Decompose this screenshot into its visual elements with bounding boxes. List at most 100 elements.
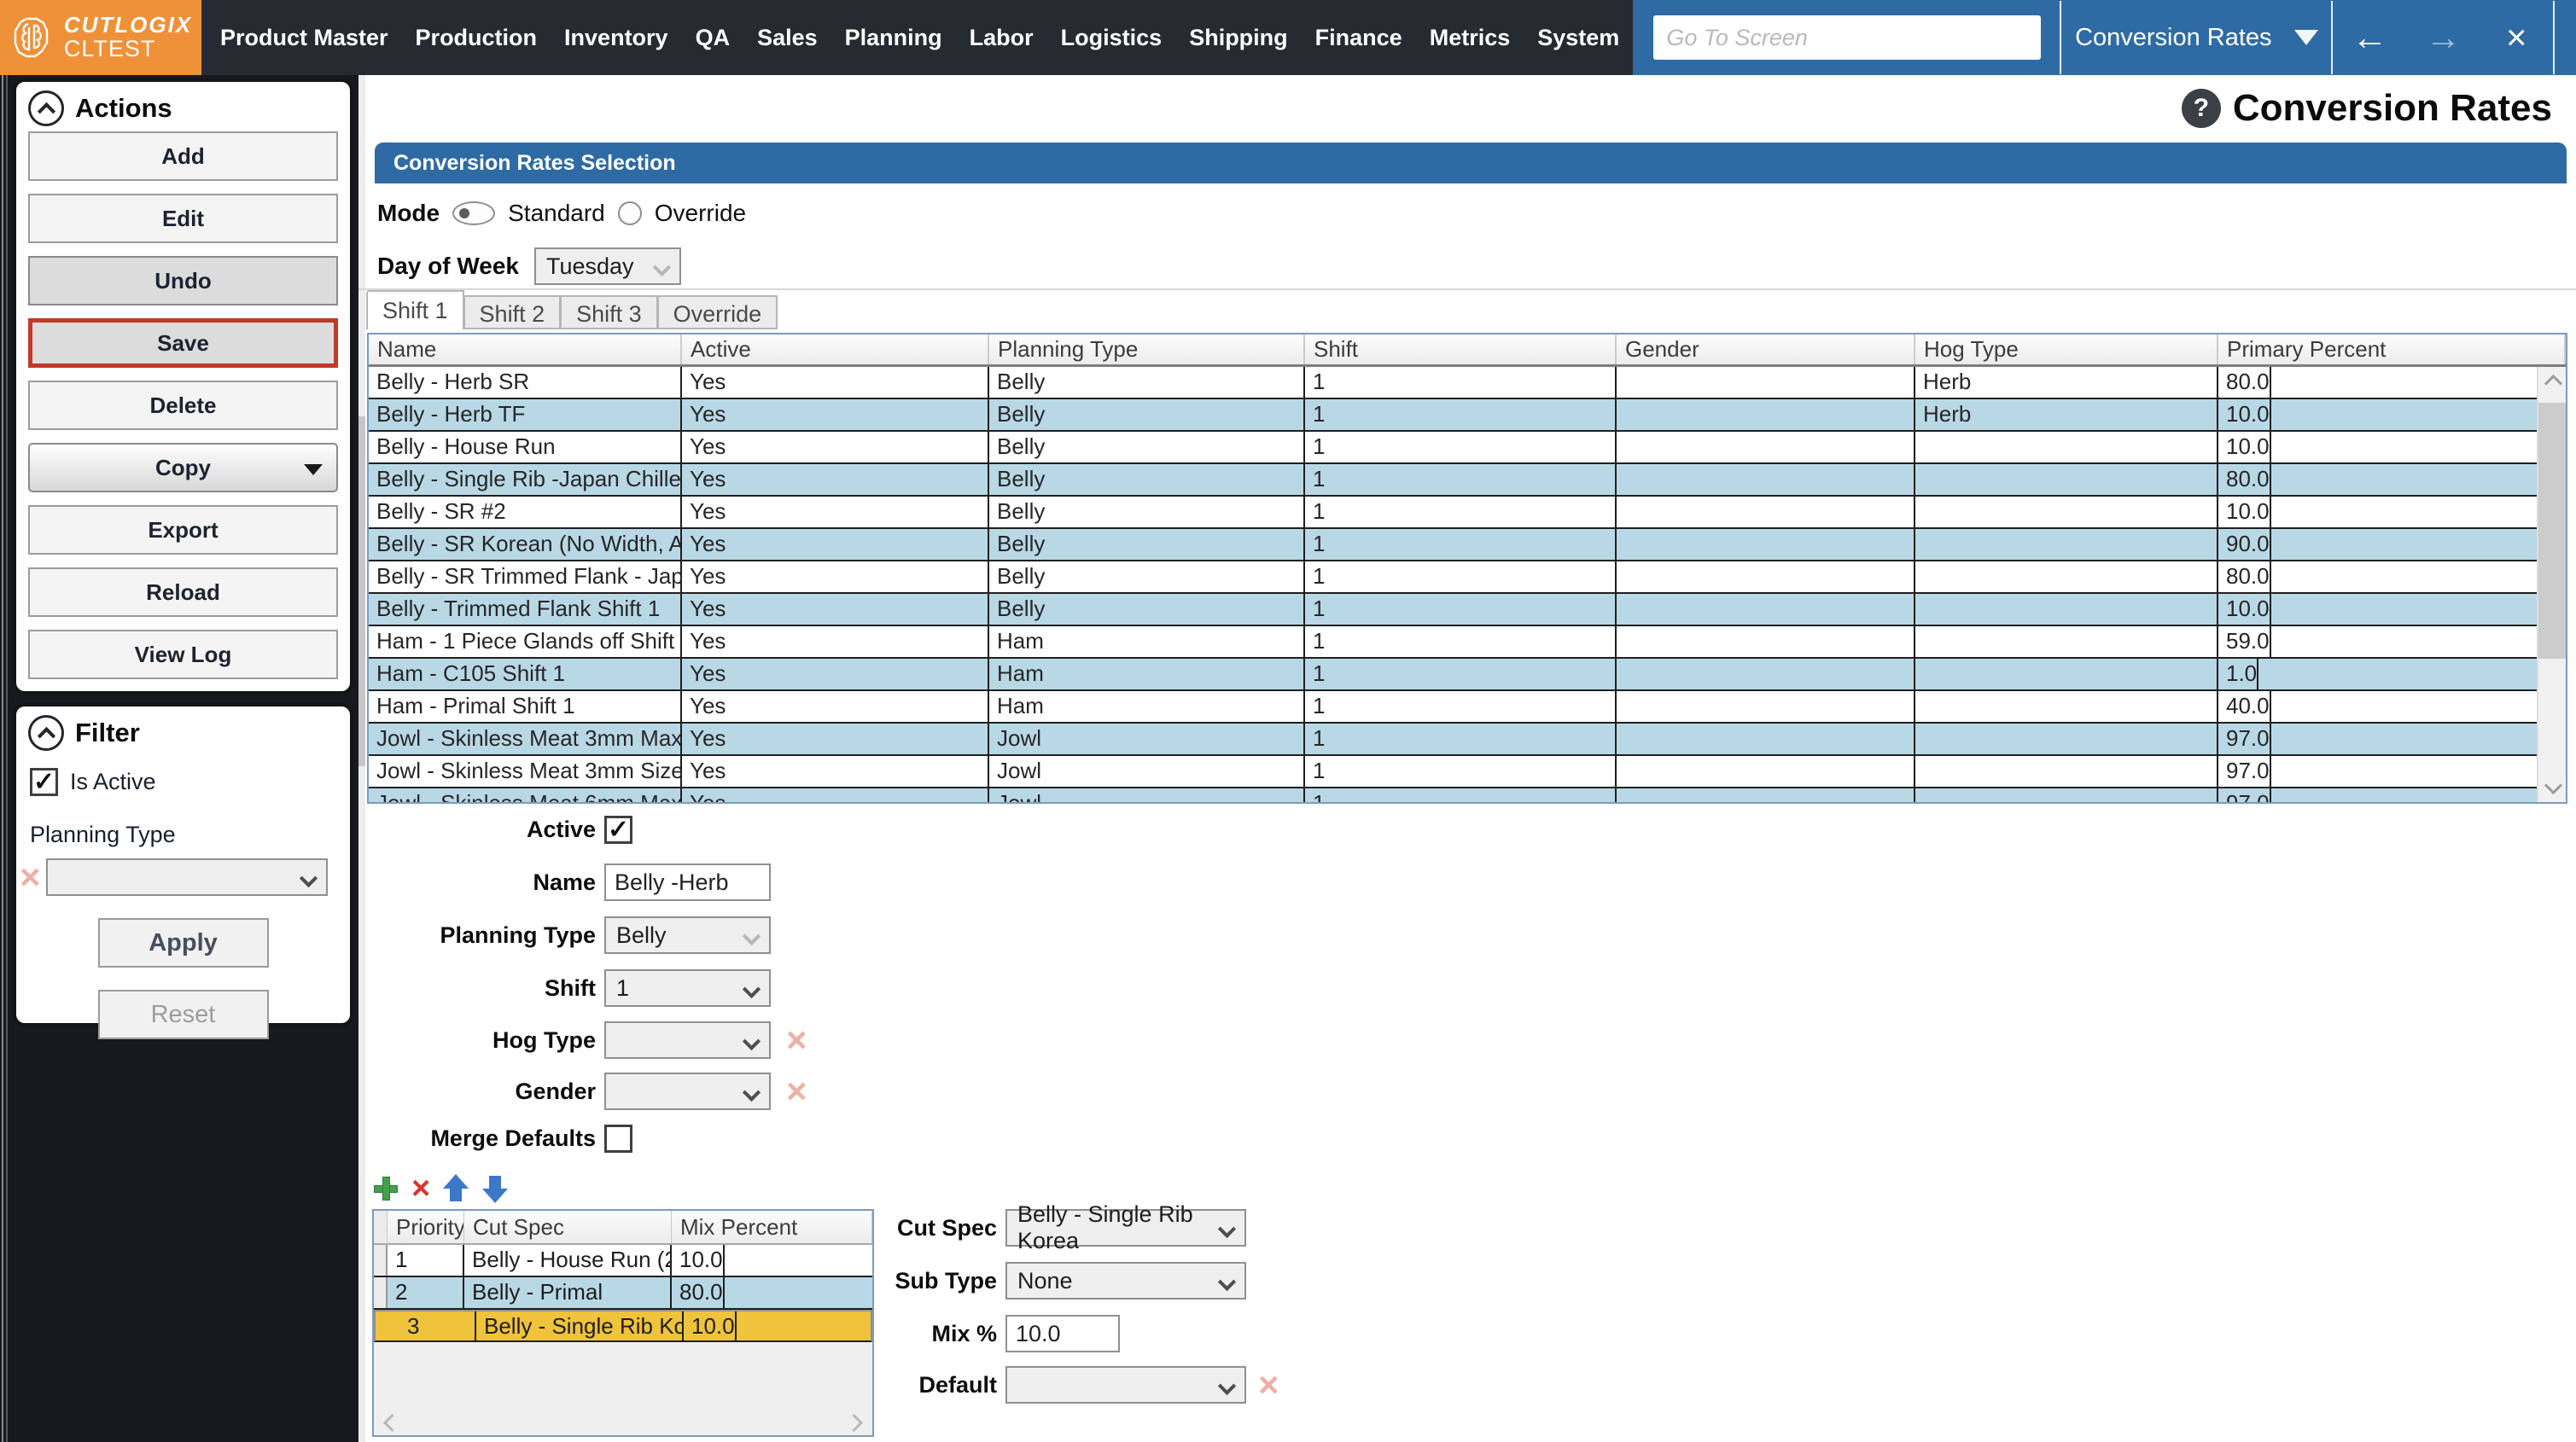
col-name[interactable]: Name xyxy=(369,334,682,364)
col-priority[interactable]: Priority xyxy=(388,1211,464,1243)
collapse-chevron-icon[interactable] xyxy=(28,90,64,126)
col-gender[interactable]: Gender xyxy=(1617,334,1915,364)
shift-select[interactable]: 1 xyxy=(604,969,771,1007)
rates-table-row[interactable]: Belly - Trimmed Flank Shift 1 Yes Belly 1 10… xyxy=(369,594,2537,626)
tab-shift-1[interactable]: Shift 1 xyxy=(366,290,464,329)
row-header[interactable] xyxy=(374,1245,388,1276)
app-logo[interactable]: CUTLOGIX CLTEST xyxy=(0,0,201,75)
menu-sales[interactable]: Sales xyxy=(743,25,831,51)
menu-qa[interactable]: QA xyxy=(682,25,744,51)
selection-header-bar: Conversion Rates Selection xyxy=(375,142,2567,183)
copy-button[interactable]: Copy xyxy=(28,443,338,492)
menu-shipping[interactable]: Shipping xyxy=(1175,25,1301,51)
hog-type-select[interactable] xyxy=(604,1021,771,1059)
tab-shift-3[interactable]: Shift 3 xyxy=(561,295,658,329)
delete-row-icon[interactable]: × xyxy=(411,1172,430,1205)
clear-default-icon[interactable]: × xyxy=(1258,1367,1279,1403)
cut-table-horizontal-scrollbar[interactable] xyxy=(374,1408,872,1435)
active-checkbox[interactable]: ✓ xyxy=(604,816,632,844)
go-to-screen-input[interactable] xyxy=(1653,15,2042,60)
favorite-star-icon[interactable]: ☆ xyxy=(2555,16,2576,60)
clear-gender-icon[interactable]: × xyxy=(786,1073,807,1109)
forward-arrow-icon[interactable]: → xyxy=(2406,17,2480,58)
scroll-left-icon[interactable] xyxy=(382,1413,402,1433)
rates-table-row[interactable]: Jowl - Skinless Meat 6mm Max SlYesJowl1 9… xyxy=(369,788,2537,802)
chevron-down-icon xyxy=(742,980,761,999)
menu-labor[interactable]: Labor xyxy=(956,25,1047,51)
scrollbar-thumb[interactable] xyxy=(358,416,365,766)
save-button[interactable]: Save xyxy=(28,318,338,368)
view-log-button[interactable]: View Log xyxy=(28,630,338,679)
scrollbar-thumb[interactable] xyxy=(2538,403,2566,659)
gender-select[interactable] xyxy=(604,1073,771,1110)
rates-grid-body: Belly - Herb SR Yes Belly 1 Herb 80.0 Belly - … xyxy=(369,367,2537,802)
planning-type-filter-select[interactable] xyxy=(45,858,328,896)
rates-table-row[interactable]: Belly - SR Trimmed Flank - Japan Yes Belly… xyxy=(369,561,2537,594)
delete-button[interactable]: Delete xyxy=(28,381,338,430)
scroll-down-icon[interactable] xyxy=(2544,776,2563,795)
rates-table-row[interactable]: Ham - C105 Shift 1 Yes Ham 1 1.0 xyxy=(369,659,2537,691)
move-down-icon[interactable] xyxy=(481,1172,509,1205)
mode-standard-radio[interactable] xyxy=(452,201,496,225)
table-vertical-scrollbar[interactable] xyxy=(2537,367,2566,802)
row-header[interactable] xyxy=(374,1277,388,1308)
col-shift[interactable]: Shift xyxy=(1305,334,1617,364)
mix-percent-input[interactable] xyxy=(1005,1315,1120,1352)
sidebar-scrollbar[interactable] xyxy=(358,75,365,1442)
rates-table-row[interactable]: Belly - SR Korean (No Width, All I Yes Bel… xyxy=(369,529,2537,561)
rates-table-row[interactable]: Belly - Single Rib -Japan Chilled S Yes Be… xyxy=(369,464,2537,497)
back-arrow-icon[interactable]: ← xyxy=(2333,17,2406,58)
sub-type-select[interactable]: None xyxy=(1005,1262,1246,1300)
default-select[interactable] xyxy=(1005,1366,1246,1404)
add-button[interactable]: Add xyxy=(28,131,338,181)
menu-inventory[interactable]: Inventory xyxy=(551,25,682,51)
help-icon[interactable]: ? xyxy=(2181,89,2221,128)
edit-button[interactable]: Edit xyxy=(28,194,338,243)
menu-production[interactable]: Production xyxy=(402,25,551,51)
cut-spec-select[interactable]: Belly - Single Rib Korea xyxy=(1005,1201,1246,1253)
screen-selector-dropdown[interactable]: Conversion Rates xyxy=(2061,24,2331,52)
menu-metrics[interactable]: Metrics xyxy=(1416,25,1524,51)
menu-finance[interactable]: Finance xyxy=(1302,25,1416,51)
day-of-week-select[interactable]: Tuesday xyxy=(534,247,681,285)
clear-filter-icon[interactable]: × xyxy=(20,859,41,895)
rates-table-row[interactable]: Belly - House Run Yes Belly 1 10.0 xyxy=(369,432,2537,464)
rates-table-row[interactable]: Belly - Herb SR Yes Belly 1 Herb 80.0 xyxy=(369,367,2537,399)
merge-defaults-checkbox[interactable] xyxy=(604,1125,632,1153)
rates-cell: Belly - SR Korean (No Width, All I xyxy=(369,529,682,560)
rates-table-row[interactable]: Ham - Primal Shift 1 Yes Ham 1 40.0 xyxy=(369,691,2537,724)
scroll-right-icon[interactable] xyxy=(844,1413,864,1433)
is-active-checkbox[interactable]: ✓ xyxy=(30,768,58,796)
rates-table-row[interactable]: Belly - Herb TF Yes Belly 1 Herb 10.0 xyxy=(369,399,2537,432)
reset-button[interactable]: Reset xyxy=(97,990,269,1039)
menu-planning[interactable]: Planning xyxy=(831,25,956,51)
col-cut-spec[interactable]: Cut Spec xyxy=(464,1211,672,1243)
planning-type-select[interactable]: Belly xyxy=(604,916,771,954)
apply-button[interactable]: Apply xyxy=(97,918,269,968)
mode-override-radio[interactable] xyxy=(617,201,642,225)
name-input[interactable] xyxy=(604,863,771,901)
col-hog-type[interactable]: Hog Type xyxy=(1915,334,2218,364)
add-row-icon[interactable] xyxy=(372,1175,399,1202)
rates-table-row[interactable]: Ham - 1 Piece Glands off Shift 1 Yes Ham 1 5… xyxy=(369,626,2537,659)
clear-hog-type-icon[interactable]: × xyxy=(786,1022,807,1058)
rates-table-row[interactable]: Belly - SR #2 Yes Belly 1 10.0 xyxy=(369,497,2537,529)
close-icon[interactable]: × xyxy=(2480,17,2553,58)
scroll-up-icon[interactable] xyxy=(2544,374,2563,393)
col-active[interactable]: Active xyxy=(682,334,989,364)
col-planning-type[interactable]: Planning Type xyxy=(989,334,1305,364)
rates-table-row[interactable]: Jowl - Skinless Meat 3mm Max Sl Yes Jowl 1 9… xyxy=(369,724,2537,756)
menu-logistics[interactable]: Logistics xyxy=(1047,25,1176,51)
rates-table-row[interactable]: Jowl - Skinless Meat 3mm Sized SYesJowl1… xyxy=(369,756,2537,788)
col-primary-percent[interactable]: Primary Percent xyxy=(2218,334,2566,364)
tab-shift-2[interactable]: Shift 2 xyxy=(463,295,562,329)
export-button[interactable]: Export xyxy=(28,505,338,555)
menu-system[interactable]: System xyxy=(1524,25,1633,51)
rates-cell: 80.0 xyxy=(2218,367,2271,398)
move-up-icon[interactable] xyxy=(442,1172,469,1205)
reload-button[interactable]: Reload xyxy=(28,567,338,617)
menu-product-master[interactable]: Product Master xyxy=(207,25,402,51)
undo-button[interactable]: Undo xyxy=(28,256,338,305)
tab-override[interactable]: Override xyxy=(657,295,778,329)
collapse-chevron-icon[interactable] xyxy=(28,715,64,751)
